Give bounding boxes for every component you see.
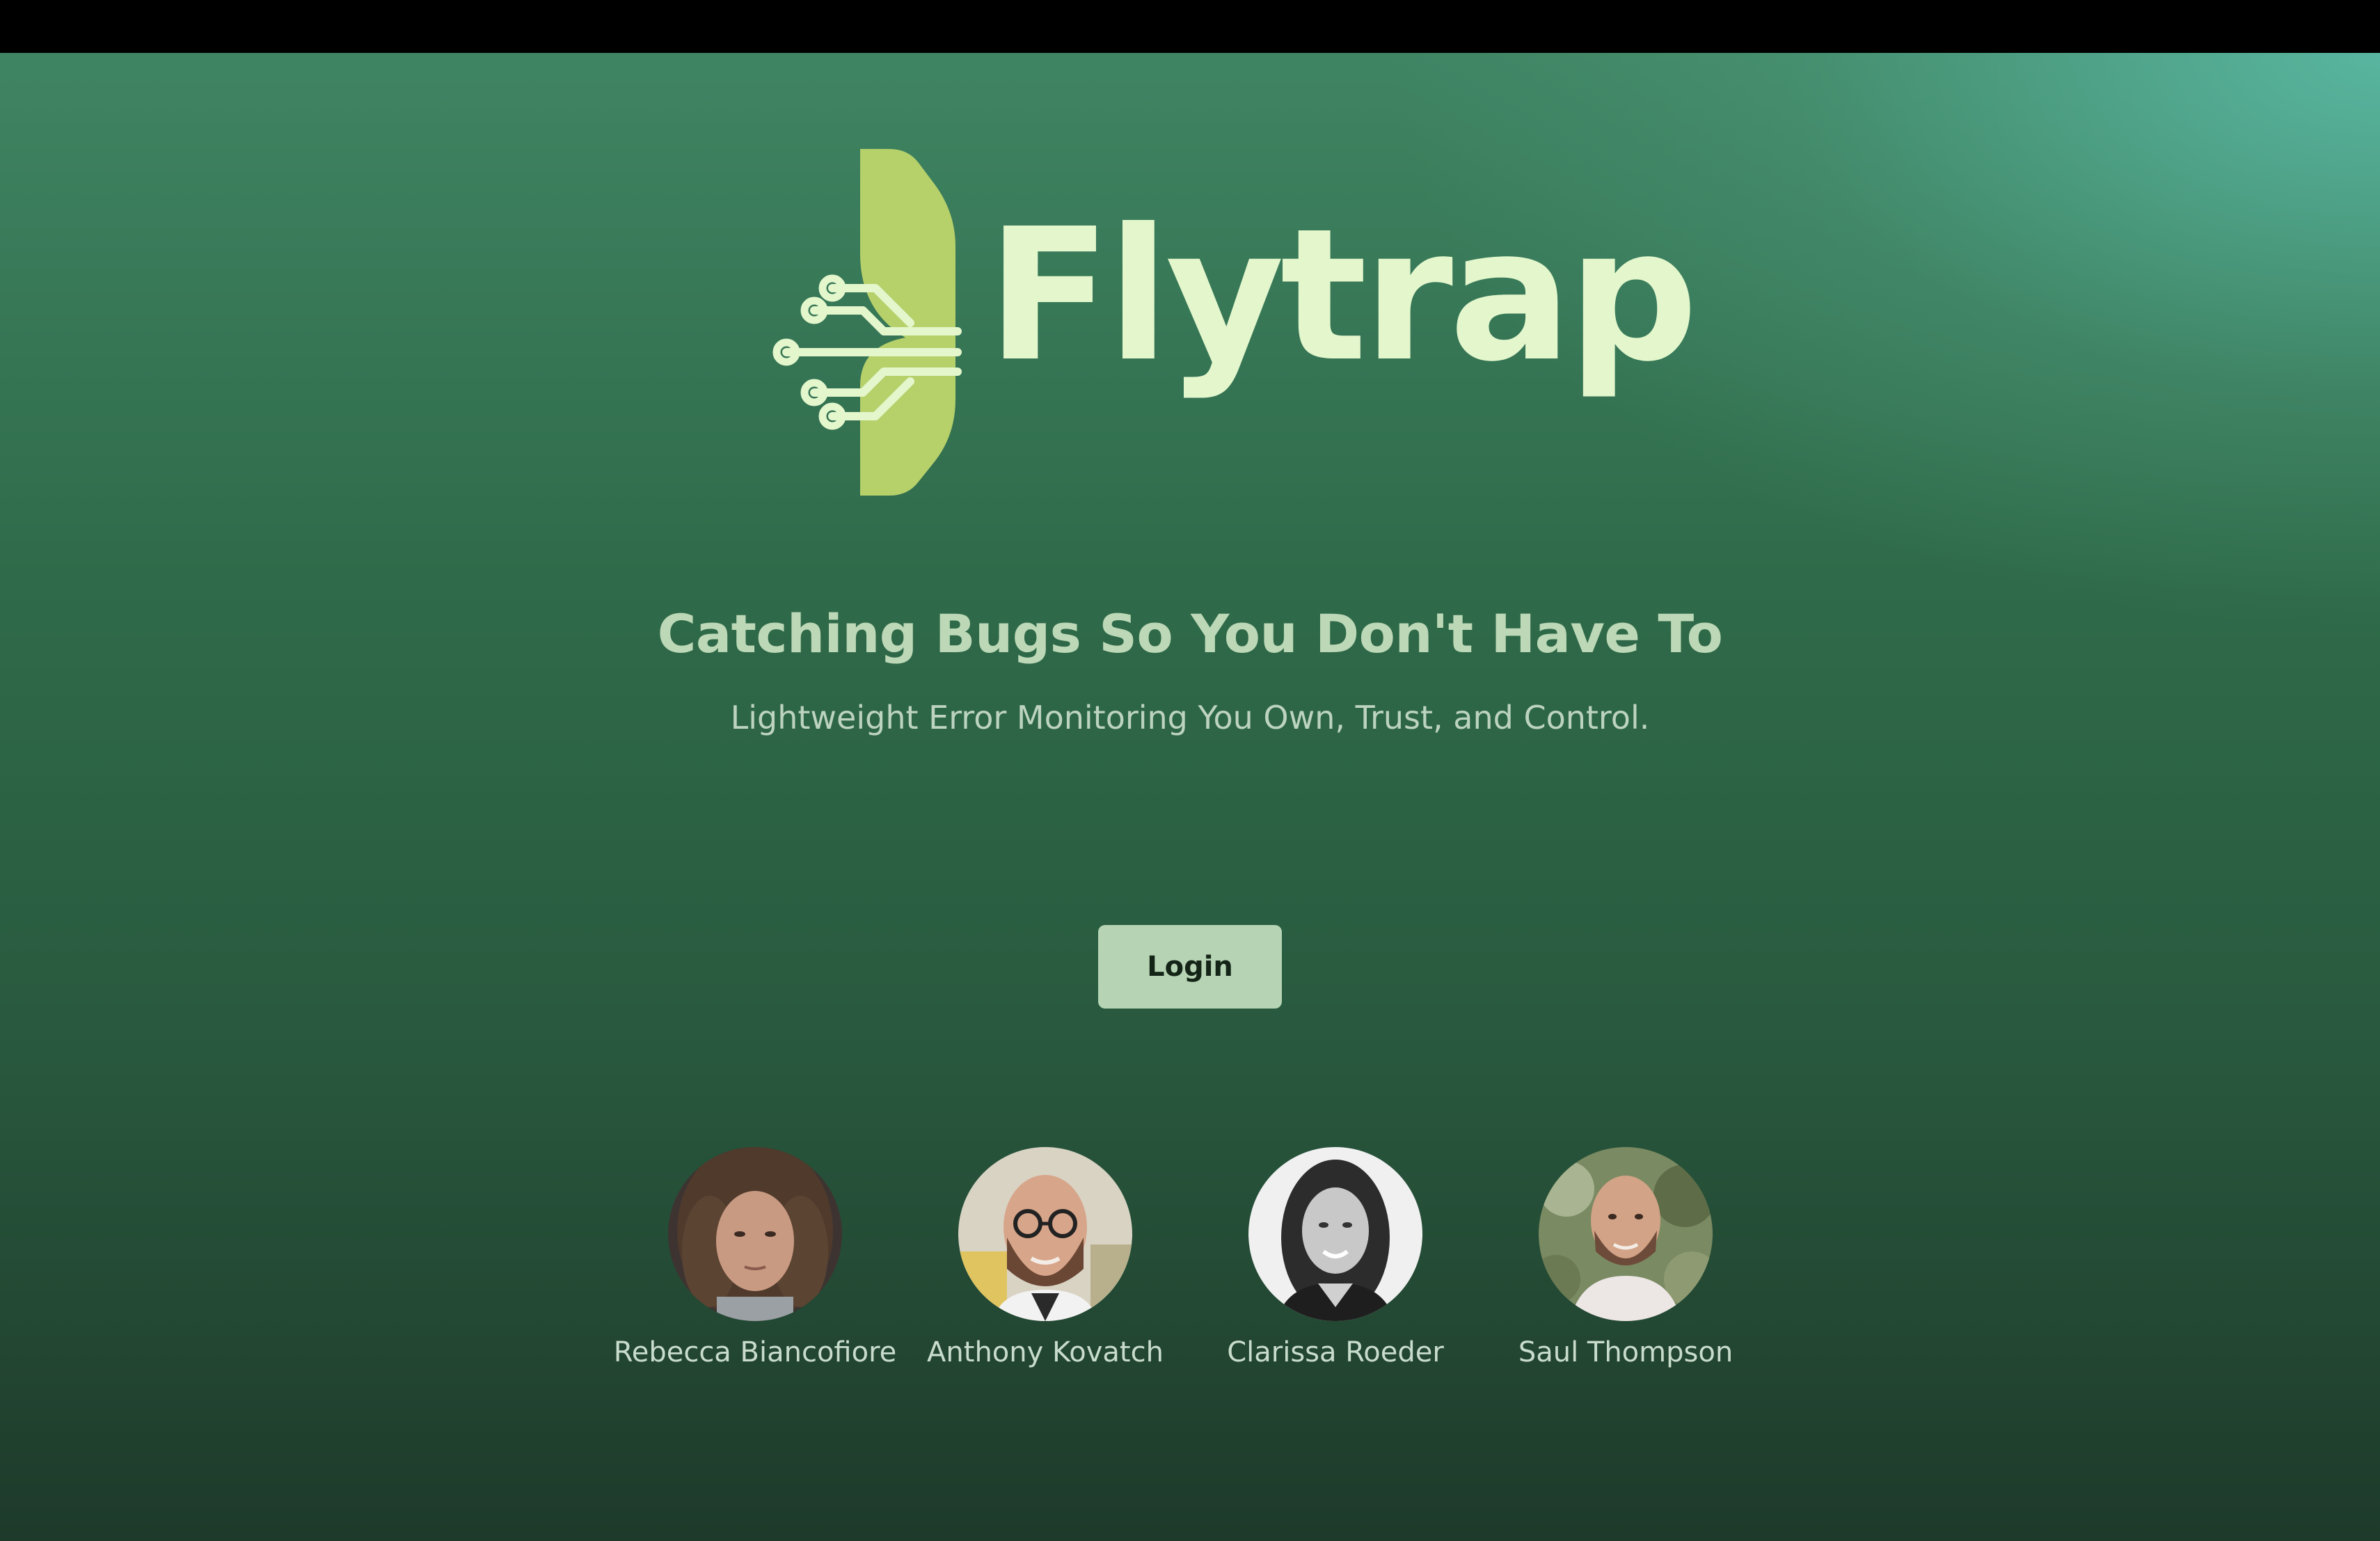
hero-subheadline: Lightweight Error Monitoring You Own, Tr… [730,699,1650,736]
landing-page: Flytrap Catching Bugs So You Don't Have … [0,53,2380,1541]
photo-bald-man-beard [1539,1147,1713,1321]
team-member-name: Rebecca Biancofiore [613,1336,897,1368]
team-member-saul: Saul Thompson [1479,1147,1772,1368]
top-black-bar [0,0,2380,53]
team-member-name: Anthony Kovatch [927,1336,1164,1368]
photo-bald-man-glasses [958,1147,1132,1321]
flytrap-logo: Flytrap [771,149,1698,497]
team-member-anthony: Anthony Kovatch [899,1147,1191,1368]
team-member-clarissa: Clarissa Roeder [1189,1147,1482,1368]
avatar [668,1147,842,1321]
team-member-rebecca: Rebecca Biancofiore [609,1147,901,1368]
team-member-name: Clarissa Roeder [1227,1336,1444,1368]
photo-woman-black-and-white [1248,1147,1422,1321]
team-section: Rebecca Biancofiore Anthony Kovatch Clar… [0,1147,2380,1384]
photo-curly-hair-woman [668,1147,842,1321]
avatar [1539,1147,1713,1321]
brand-wordmark: Flytrap [987,189,1698,402]
avatar [1248,1147,1422,1321]
team-member-name: Saul Thompson [1518,1336,1734,1368]
login-button[interactable]: Login [1098,925,1282,1009]
hero-headline: Catching Bugs So You Don't Have To [657,603,1723,665]
circuit-leaf-icon [772,149,962,496]
avatar [958,1147,1132,1321]
